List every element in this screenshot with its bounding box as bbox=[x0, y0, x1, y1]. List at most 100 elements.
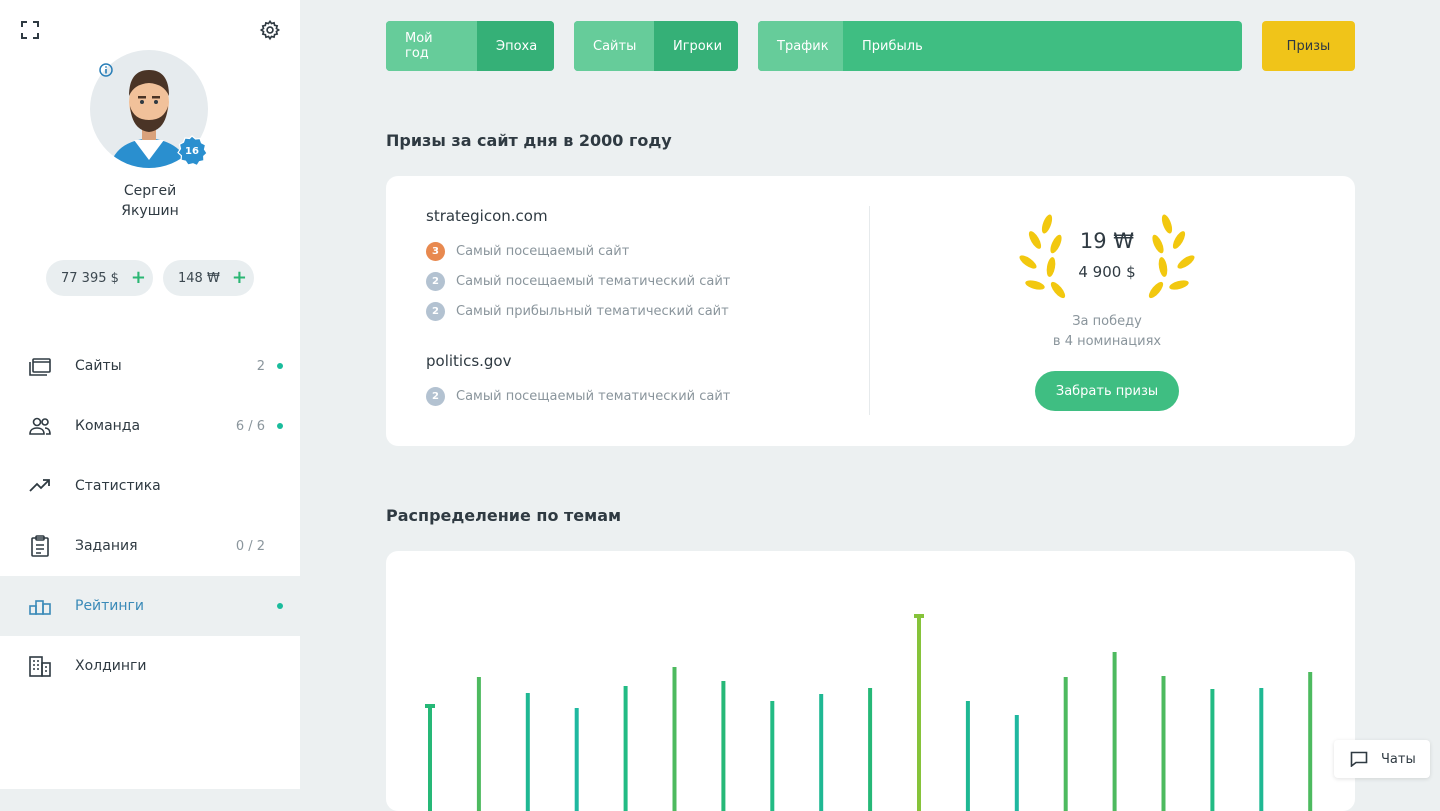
user-name: Сергей Якушин bbox=[0, 181, 300, 221]
metric-tabs: Трафик Прибыль bbox=[758, 21, 1242, 71]
sidebar-item-label: Команда bbox=[75, 418, 141, 434]
tab-my-year[interactable]: Мой год bbox=[386, 21, 477, 71]
prize-caption-line2: в 4 номинациях bbox=[1052, 334, 1162, 349]
place-badge: 2 bbox=[426, 301, 445, 321]
chat-label: Чаты bbox=[1381, 751, 1416, 767]
prizes-card: strategicon.com 3 Самый посещаемый сайт … bbox=[386, 176, 1355, 446]
podium-icon bbox=[28, 594, 52, 618]
chart-bar[interactable] bbox=[1112, 652, 1117, 811]
sidebar-item-sites[interactable]: Сайты 2 bbox=[0, 336, 300, 396]
chat-icon bbox=[1350, 751, 1368, 767]
prize-summary: 19 ₩ 4 900 $ За победу в 4 номинациях bbox=[1012, 206, 1202, 356]
chart-bar[interactable] bbox=[1308, 672, 1313, 811]
tab-prizes[interactable]: Призы bbox=[1262, 21, 1355, 71]
claim-prizes-button[interactable]: Забрать призы bbox=[1035, 371, 1179, 411]
fullscreen-icon[interactable] bbox=[18, 18, 42, 42]
nomination-item: 2 Самый посещаемый тематический сайт bbox=[426, 271, 730, 291]
prize-usd-amount: 4 900 $ bbox=[1078, 263, 1136, 281]
avatar[interactable]: 16 bbox=[90, 50, 210, 170]
trend-icon bbox=[28, 474, 52, 498]
user-last-name: Якушин bbox=[121, 203, 179, 219]
clipboard-icon bbox=[28, 534, 52, 558]
sidebar-item-tasks[interactable]: Задания 0 / 2 bbox=[0, 516, 300, 576]
sidebar-item-statistics[interactable]: Статистика bbox=[0, 456, 300, 516]
sidebar-item-count: 0 / 2 bbox=[235, 538, 265, 554]
divider bbox=[869, 206, 870, 415]
notification-dot bbox=[277, 603, 283, 609]
sidebar-item-count: 2 bbox=[256, 358, 265, 374]
tab-sites[interactable]: Сайты bbox=[574, 21, 654, 71]
chart-bar[interactable] bbox=[965, 701, 970, 811]
team-icon bbox=[28, 414, 52, 438]
nomination-text: Самый прибыльный тематический сайт bbox=[456, 303, 729, 319]
chart-bar[interactable] bbox=[672, 667, 677, 811]
notification-dot bbox=[277, 363, 283, 369]
chart-bar[interactable] bbox=[721, 681, 726, 811]
notification-dot bbox=[277, 423, 283, 429]
info-icon[interactable] bbox=[99, 62, 113, 77]
place-badge: 3 bbox=[426, 241, 445, 261]
tab-epoch[interactable]: Эпоха bbox=[477, 21, 554, 71]
user-first-name: Сергей bbox=[123, 183, 177, 199]
distribution-section-title: Распределение по темам bbox=[386, 506, 622, 525]
chart-bar-cap bbox=[914, 614, 924, 618]
nomination-text: Самый посещаемый тематический сайт bbox=[456, 273, 731, 289]
nomination-item: 2 Самый прибыльный тематический сайт bbox=[426, 301, 729, 321]
chart-bar[interactable] bbox=[428, 705, 432, 811]
balance-w: 148 ₩ + bbox=[163, 260, 254, 296]
balance-usd-value: 77 395 $ bbox=[61, 270, 119, 286]
chart-bar[interactable] bbox=[1014, 715, 1019, 811]
chart-bar[interactable] bbox=[917, 615, 921, 811]
chart-bar[interactable] bbox=[574, 708, 579, 811]
chart-bar[interactable] bbox=[1210, 689, 1215, 811]
sidebar-item-label: Сайты bbox=[75, 358, 122, 374]
prize-w-amount: 19 ₩ bbox=[1079, 229, 1135, 253]
prize-caption-line1: За победу bbox=[1072, 314, 1142, 329]
site-name[interactable]: strategicon.com bbox=[426, 207, 548, 225]
gear-icon[interactable] bbox=[258, 18, 282, 42]
nomination-item: 3 Самый посещаемый сайт bbox=[426, 241, 629, 261]
nomination-item: 2 Самый посещаемый тематический сайт bbox=[426, 386, 730, 406]
sidebar-item-count: 6 / 6 bbox=[235, 418, 265, 434]
chart-bar[interactable] bbox=[623, 686, 628, 811]
level-value: 16 bbox=[185, 145, 199, 157]
place-badge: 2 bbox=[426, 386, 445, 406]
nomination-text: Самый посещаемый сайт bbox=[456, 243, 630, 259]
sidebar-item-team[interactable]: Команда 6 / 6 bbox=[0, 396, 300, 456]
sidebar-item-ratings[interactable]: Рейтинги bbox=[0, 576, 300, 636]
distribution-chart-card bbox=[386, 551, 1355, 811]
site-name[interactable]: politics.gov bbox=[426, 352, 512, 370]
sidebar-item-holdings[interactable]: Холдинги bbox=[0, 636, 300, 696]
balance-w-value: 148 ₩ bbox=[178, 270, 220, 286]
chart-bar[interactable] bbox=[1259, 688, 1264, 811]
sidebar-item-label: Задания bbox=[75, 538, 138, 554]
nomination-text: Самый посещаемый тематический сайт bbox=[456, 388, 731, 404]
chart-bar[interactable] bbox=[819, 694, 824, 811]
sidebar: 16 Сергей Якушин 77 395 $ + 148 ₩ + Сайт… bbox=[0, 0, 300, 789]
add-w-button[interactable]: + bbox=[232, 269, 247, 287]
balance-usd: 77 395 $ + bbox=[46, 260, 153, 296]
chart-bar-cap bbox=[425, 704, 435, 708]
chat-button[interactable]: Чаты bbox=[1334, 740, 1430, 778]
monitor-icon bbox=[28, 354, 52, 378]
entity-tabs: Сайты Игроки bbox=[574, 21, 738, 71]
tab-profit[interactable]: Прибыль bbox=[843, 21, 1242, 71]
chart-bar[interactable] bbox=[1161, 676, 1166, 811]
prizes-section-title: Призы за сайт дня в 2000 году bbox=[386, 131, 672, 150]
tab-players[interactable]: Игроки bbox=[654, 21, 738, 71]
period-tabs: Мой год Эпоха bbox=[386, 21, 554, 71]
laurel-icon bbox=[1019, 214, 1195, 299]
place-badge: 2 bbox=[426, 271, 445, 291]
chart-bar[interactable] bbox=[1063, 677, 1068, 811]
add-usd-button[interactable]: + bbox=[131, 269, 146, 287]
chart-bar[interactable] bbox=[476, 677, 481, 811]
chart-bar[interactable] bbox=[525, 693, 530, 811]
sidebar-item-label: Статистика bbox=[75, 478, 161, 494]
sidebar-item-label: Рейтинги bbox=[75, 598, 145, 614]
level-badge: 16 bbox=[176, 135, 208, 167]
chart-bar[interactable] bbox=[868, 688, 873, 811]
chart-bar[interactable] bbox=[770, 701, 775, 811]
tab-traffic[interactable]: Трафик bbox=[758, 21, 843, 71]
prize-caption: За победу в 4 номинациях bbox=[1012, 312, 1202, 352]
distribution-chart bbox=[425, 614, 1313, 811]
